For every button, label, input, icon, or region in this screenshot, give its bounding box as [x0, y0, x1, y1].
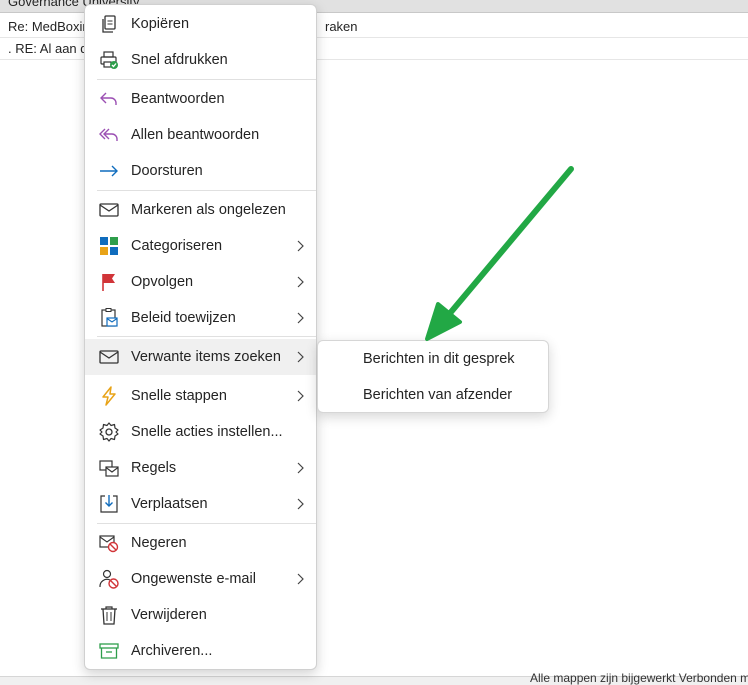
reply-all-icon	[98, 124, 120, 146]
menu-item-label: Opvolgen	[131, 274, 194, 290]
flag-icon	[98, 271, 120, 293]
menu-item-label: Verwijderen	[131, 607, 207, 623]
reply-icon	[98, 88, 120, 110]
menu-item-label: Doorsturen	[131, 163, 203, 179]
submenu-item-berichten-in-gesprek[interactable]: Berichten in dit gesprek	[318, 341, 548, 377]
menu-item-label: Markeren als ongelezen	[131, 202, 286, 218]
chevron-right-icon	[297, 573, 304, 585]
quick-print-icon	[98, 49, 120, 71]
mail-subject-fragment: raken	[325, 19, 358, 34]
menu-item-label: Verplaatsen	[131, 496, 208, 512]
menu-item-beleid-toewijzen[interactable]: Beleid toewijzen	[85, 300, 316, 336]
rules-icon	[98, 457, 120, 479]
menu-item-verwante-items-zoeken[interactable]: Verwante items zoeken	[85, 339, 316, 375]
envelope-icon	[98, 199, 120, 221]
menu-item-negeren[interactable]: Negeren	[85, 525, 316, 561]
menu-separator	[97, 190, 316, 191]
chevron-right-icon	[297, 351, 304, 363]
chevron-right-icon	[297, 498, 304, 510]
menu-item-categoriseren[interactable]: Categoriseren	[85, 228, 316, 264]
menu-item-label: Categoriseren	[131, 238, 223, 254]
menu-item-label: Regels	[131, 460, 177, 476]
categorize-icon	[98, 235, 120, 257]
menu-item-snel-afdrukken[interactable]: Snel afdrukken	[85, 42, 316, 78]
chevron-right-icon	[297, 312, 304, 324]
status-text: Alle mappen zijn bijgewerkt Verbonden me…	[530, 671, 748, 685]
menu-item-label: Snelle stappen	[131, 388, 227, 404]
menu-item-label: Ongewenste e-mail	[131, 571, 256, 587]
context-menu: Kopiëren Snel afdrukken Beantwoorden All…	[84, 4, 317, 670]
menu-item-label: Kopiëren	[131, 16, 190, 32]
menu-item-markeren-ongelezen[interactable]: Markeren als ongelezen	[85, 192, 316, 228]
mail-subject: . RE: Al aan de	[8, 41, 95, 56]
menu-separator	[97, 336, 316, 337]
menu-item-allen-beantwoorden[interactable]: Allen beantwoorden	[85, 117, 316, 153]
menu-item-label: Beleid toewijzen	[131, 310, 236, 326]
menu-item-doorsturen[interactable]: Doorsturen	[85, 153, 316, 189]
menu-item-kopieren[interactable]: Kopiëren	[85, 6, 316, 42]
trash-icon	[98, 604, 120, 626]
junk-icon	[98, 568, 120, 590]
move-icon	[98, 493, 120, 515]
menu-item-label: Allen beantwoorden	[131, 127, 260, 143]
chevron-right-icon	[297, 240, 304, 252]
menu-item-label: Snel afdrukken	[131, 52, 228, 68]
menu-item-label: Verwante items zoeken	[131, 349, 281, 365]
chevron-right-icon	[297, 462, 304, 474]
ignore-icon	[98, 532, 120, 554]
chevron-right-icon	[297, 276, 304, 288]
menu-item-label: Negeren	[131, 535, 187, 551]
lightning-icon	[98, 385, 120, 407]
chevron-right-icon	[297, 390, 304, 402]
policy-icon	[98, 307, 120, 329]
menu-item-opvolgen[interactable]: Opvolgen	[85, 264, 316, 300]
menu-separator	[97, 79, 316, 80]
menu-item-ongewenste-email[interactable]: Ongewenste e-mail	[85, 561, 316, 597]
envelope-icon	[98, 346, 120, 368]
menu-item-verplaatsen[interactable]: Verplaatsen	[85, 486, 316, 522]
menu-item-label: Snelle acties instellen...	[131, 424, 283, 440]
forward-icon	[98, 160, 120, 182]
menu-item-beantwoorden[interactable]: Beantwoorden	[85, 81, 316, 117]
submenu-item-berichten-van-afzender[interactable]: Berichten van afzender	[318, 377, 548, 413]
mail-subject: Re: MedBoxin	[8, 19, 90, 34]
menu-item-archiveren[interactable]: Archiveren...	[85, 633, 316, 669]
related-items-submenu: Berichten in dit gesprek Berichten van a…	[317, 340, 549, 413]
menu-item-label: Beantwoorden	[131, 91, 225, 107]
gear-icon	[98, 421, 120, 443]
menu-item-snelle-acties-instellen[interactable]: Snelle acties instellen...	[85, 414, 316, 450]
menu-separator	[97, 523, 316, 524]
menu-item-verwijderen[interactable]: Verwijderen	[85, 597, 316, 633]
menu-item-label: Archiveren...	[131, 643, 213, 659]
menu-item-regels[interactable]: Regels	[85, 450, 316, 486]
menu-item-snelle-stappen[interactable]: Snelle stappen	[85, 378, 316, 414]
copy-icon	[98, 13, 120, 35]
archive-icon	[98, 640, 120, 662]
